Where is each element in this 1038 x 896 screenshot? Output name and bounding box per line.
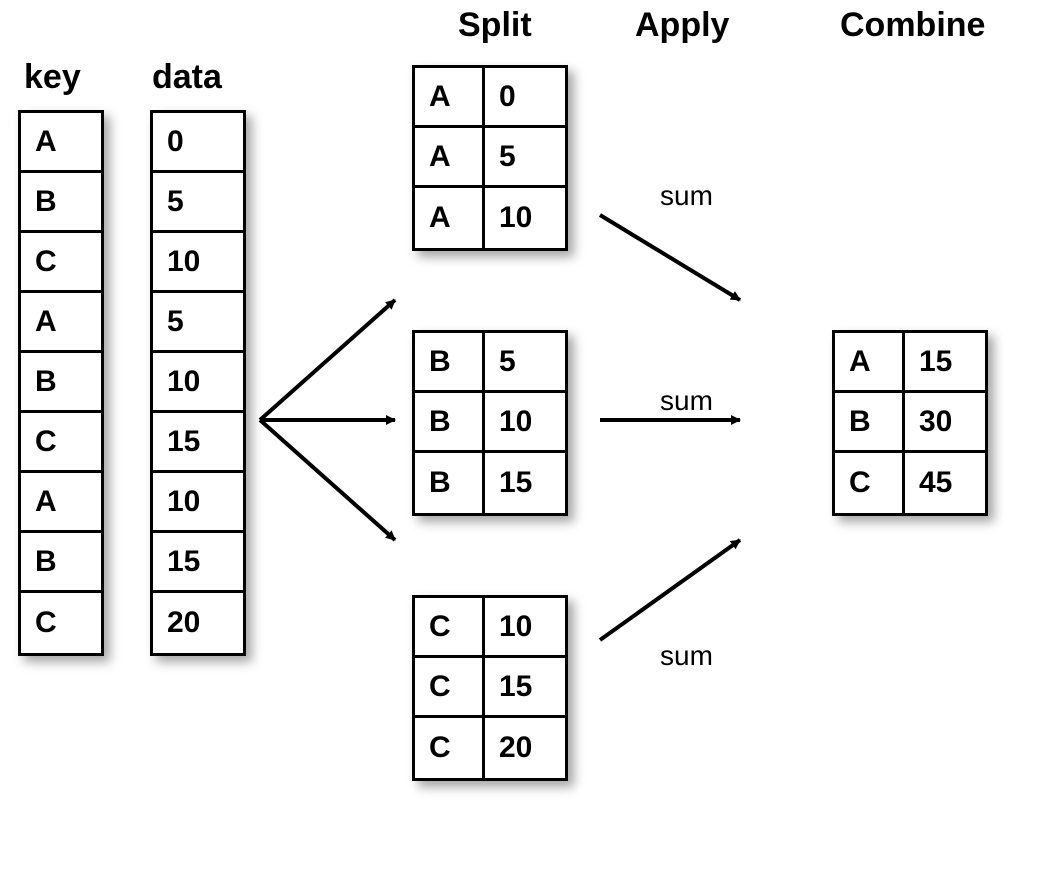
apply-label-b: sum [660, 385, 713, 417]
arrow-apply-a [600, 215, 740, 300]
source-data-cell: 5 [153, 293, 243, 353]
source-data-cell: 15 [153, 533, 243, 593]
heading-key: key [24, 58, 81, 97]
combine-key-cell: B [835, 393, 905, 453]
source-key-column: ABCABCABC [18, 110, 104, 656]
arrow-split-to-a [260, 300, 395, 420]
source-key-cell: A [21, 293, 101, 353]
split-group-value-cell: 10 [485, 598, 565, 658]
split-group-value-cell: 15 [485, 658, 565, 718]
split-group-b: B5B10B15 [412, 330, 568, 516]
source-key-cell: A [21, 113, 101, 173]
source-data-cell: 15 [153, 413, 243, 473]
split-group-value-cell: 15 [485, 453, 565, 513]
source-data-cell: 0 [153, 113, 243, 173]
arrow-apply-c [600, 540, 740, 640]
split-group-key-cell: B [415, 453, 485, 513]
source-data-cell: 10 [153, 473, 243, 533]
source-data-cell: 10 [153, 353, 243, 413]
source-data-column: 051051015101520 [150, 110, 246, 656]
split-group-value-cell: 5 [485, 128, 565, 188]
split-group-key-cell: A [415, 128, 485, 188]
combine-result-table: A15B30C45 [832, 330, 988, 516]
source-key-cell: C [21, 233, 101, 293]
heading-combine: Combine [840, 6, 985, 45]
combine-value-cell: 45 [905, 453, 985, 513]
source-data-cell: 10 [153, 233, 243, 293]
split-group-key-cell: B [415, 333, 485, 393]
apply-label-c: sum [660, 640, 713, 672]
heading-apply: Apply [635, 6, 729, 45]
split-group-key-cell: A [415, 188, 485, 248]
split-group-key-cell: B [415, 393, 485, 453]
combine-key-cell: C [835, 453, 905, 513]
split-group-value-cell: 0 [485, 68, 565, 128]
source-key-cell: A [21, 473, 101, 533]
combine-value-cell: 30 [905, 393, 985, 453]
source-data-cell: 20 [153, 593, 243, 653]
combine-key-cell: A [835, 333, 905, 393]
source-key-cell: C [21, 593, 101, 653]
source-key-cell: B [21, 173, 101, 233]
source-key-cell: C [21, 413, 101, 473]
split-group-key-cell: C [415, 718, 485, 778]
split-group-c: C10C15C20 [412, 595, 568, 781]
split-group-key-cell: C [415, 598, 485, 658]
heading-data: data [152, 58, 222, 97]
source-key-cell: B [21, 353, 101, 413]
source-data-cell: 5 [153, 173, 243, 233]
heading-split: Split [458, 6, 532, 45]
split-group-a: A0A5A10 [412, 65, 568, 251]
split-group-value-cell: 20 [485, 718, 565, 778]
split-group-key-cell: C [415, 658, 485, 718]
apply-label-a: sum [660, 180, 713, 212]
source-key-cell: B [21, 533, 101, 593]
split-group-key-cell: A [415, 68, 485, 128]
split-group-value-cell: 10 [485, 393, 565, 453]
diagram-stage: key data Split Apply Combine ABCABCABC 0… [0, 0, 1038, 896]
split-group-value-cell: 5 [485, 333, 565, 393]
arrow-split-to-c [260, 420, 395, 540]
combine-value-cell: 15 [905, 333, 985, 393]
split-group-value-cell: 10 [485, 188, 565, 248]
